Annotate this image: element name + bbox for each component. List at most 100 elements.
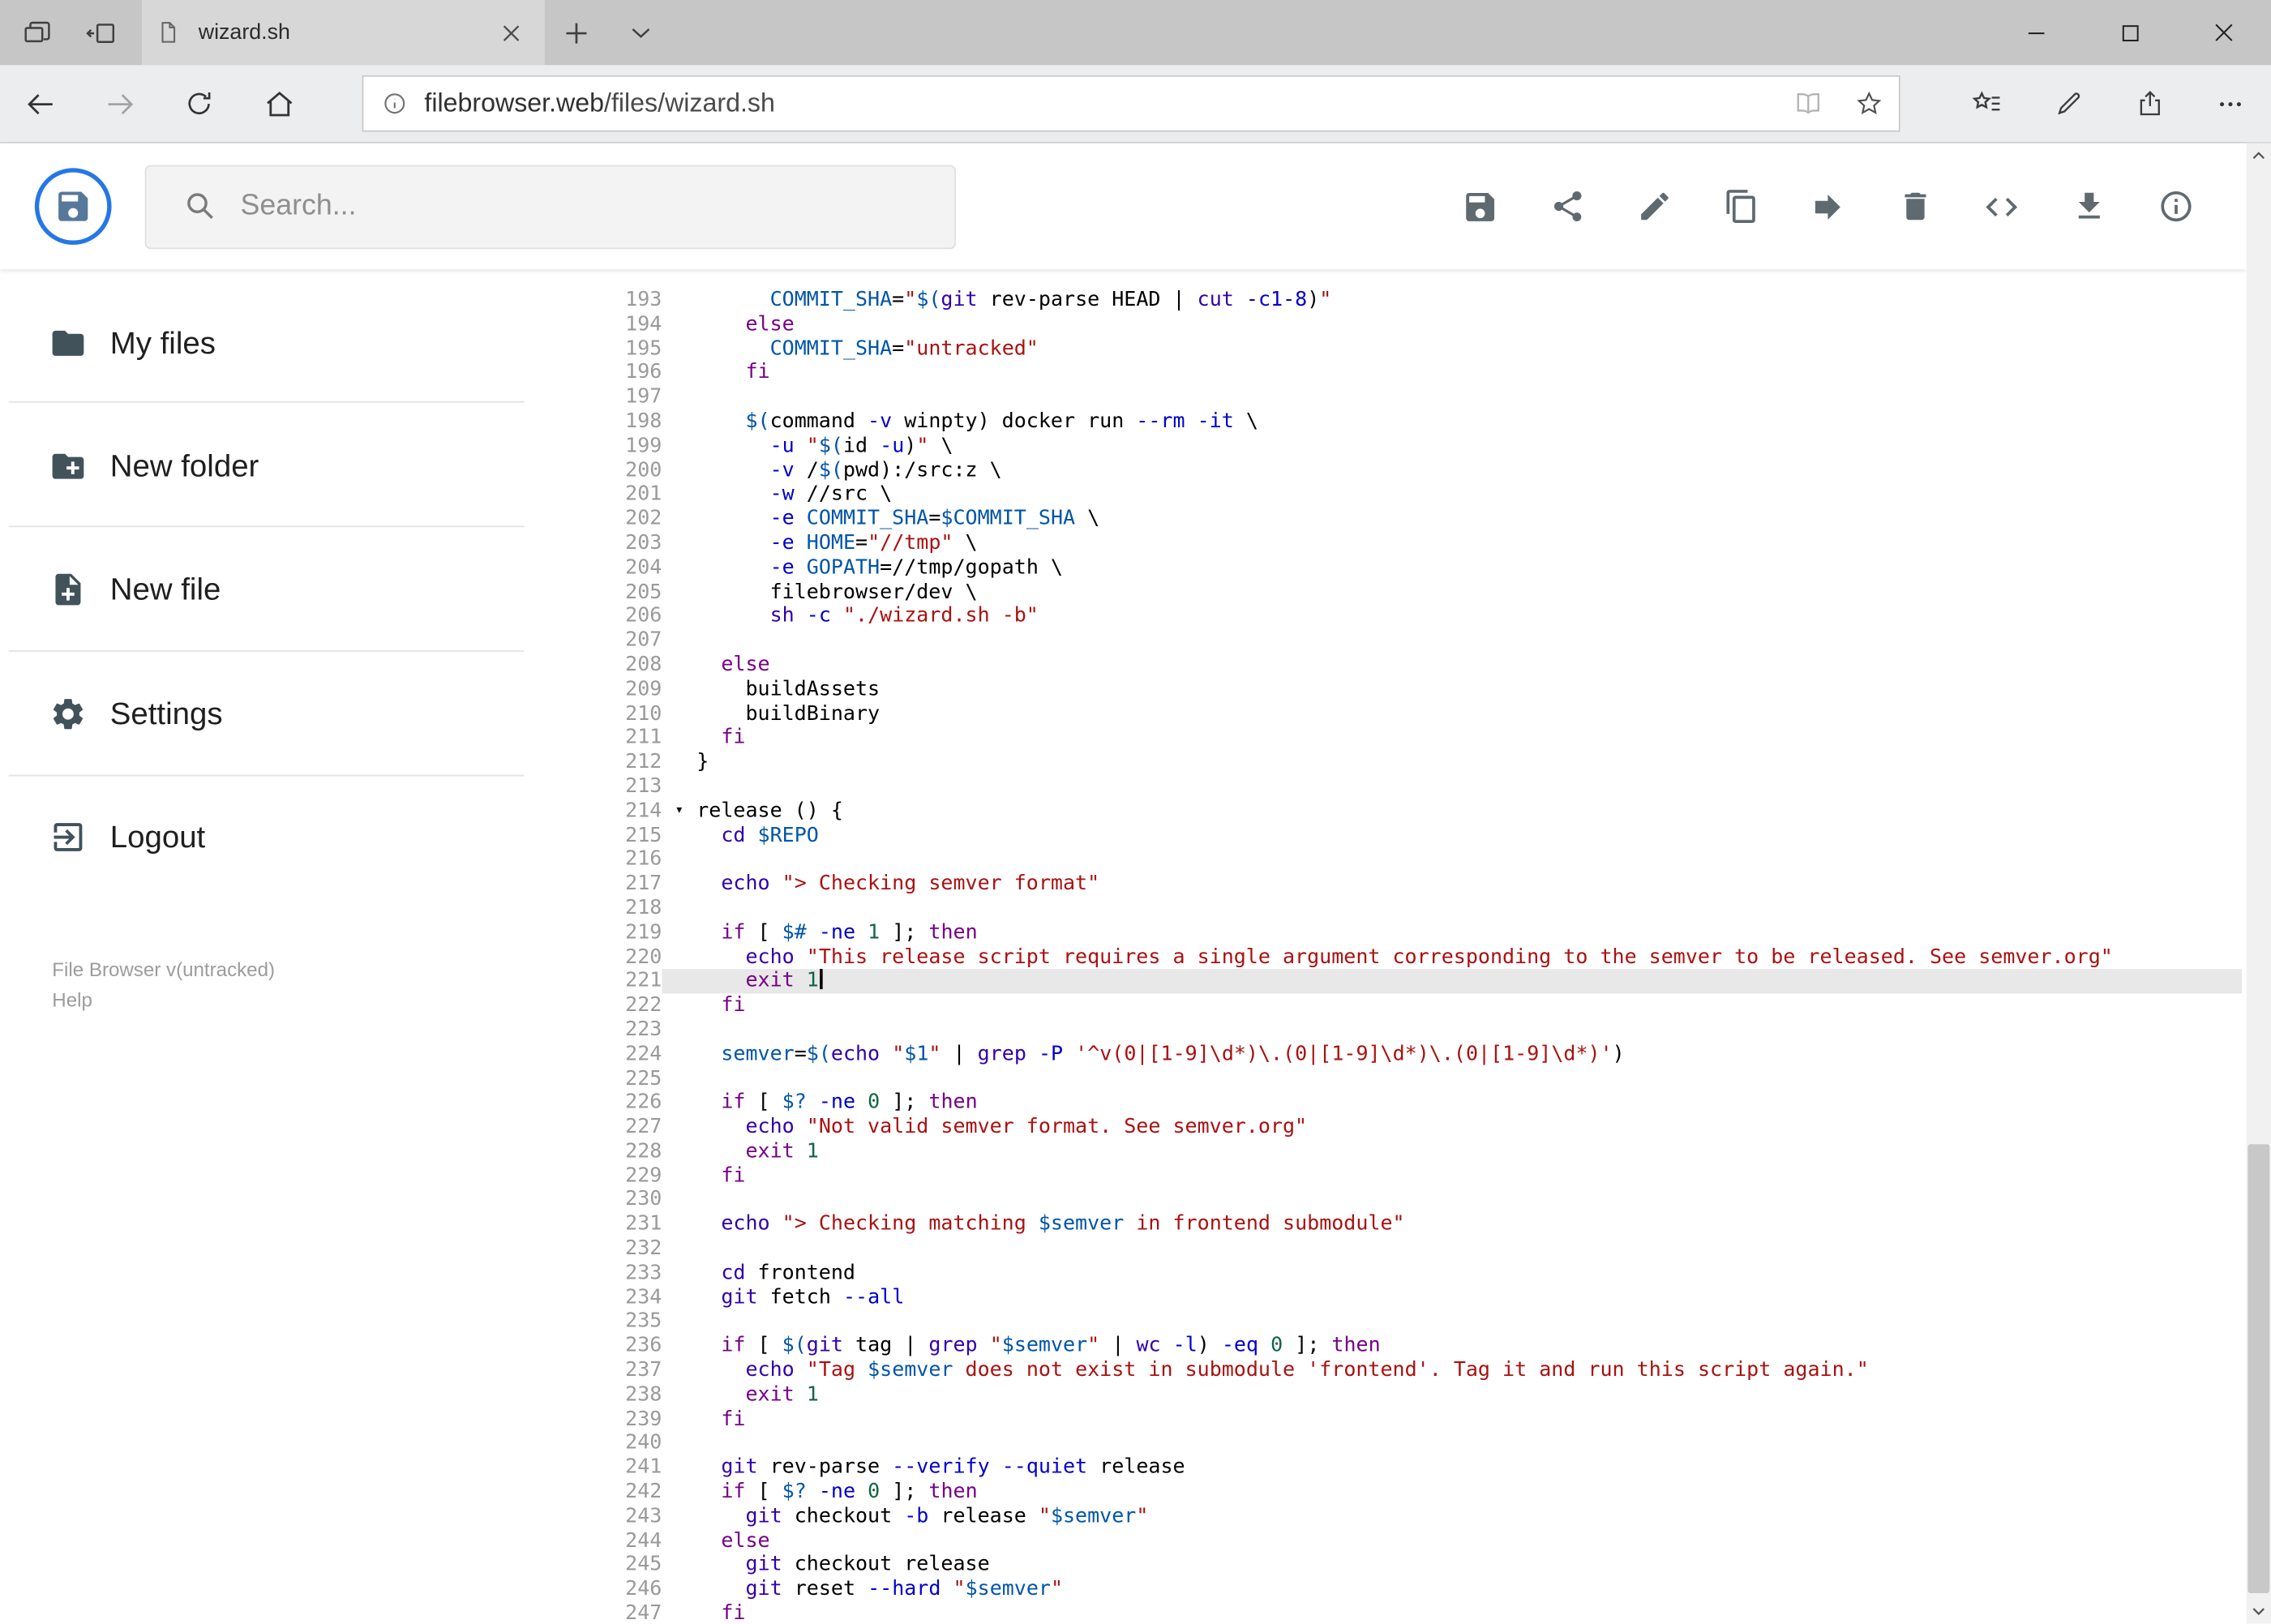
search-box[interactable] (144, 164, 956, 249)
code-line[interactable]: 204 -e GOPATH=//tmp/gopath \ (586, 556, 2242, 581)
code-text[interactable]: release () { (662, 799, 2242, 824)
line-number[interactable]: 202 (586, 508, 662, 532)
line-number[interactable]: 240 (586, 1432, 662, 1456)
line-number[interactable]: 193 (586, 288, 662, 312)
line-number[interactable]: 210 (586, 702, 662, 726)
scroll-down-icon[interactable] (2247, 1599, 2271, 1623)
code-line[interactable]: 212} (586, 751, 2242, 775)
code-line[interactable]: 242 if [ $? -ne 0 ]; then (586, 1480, 2242, 1505)
code-text[interactable]: fi (662, 1164, 2242, 1189)
code-text[interactable]: fi (662, 361, 2242, 385)
code-text[interactable] (662, 775, 2242, 799)
copy-button[interactable] (1722, 187, 1759, 225)
maximize-button[interactable] (2083, 0, 2177, 65)
browser-tab[interactable]: wizard.sh (142, 0, 545, 66)
sidebar-item-new-file[interactable]: New file (0, 552, 580, 628)
line-number[interactable]: 220 (586, 945, 662, 970)
line-number[interactable]: 242 (586, 1480, 662, 1505)
line-number[interactable]: 200 (586, 459, 662, 483)
download-button[interactable] (2070, 187, 2107, 225)
code-text[interactable]: fi (662, 994, 2242, 1018)
line-number[interactable]: 219 (586, 921, 662, 945)
code-line[interactable]: 199 -u "$(id -u)" \ (586, 435, 2242, 459)
annotate-pen-button[interactable] (2028, 65, 2109, 142)
code-text[interactable]: -w //src \ (662, 483, 2242, 508)
line-number[interactable]: 221 (586, 970, 662, 994)
code-line[interactable]: 207 (586, 629, 2242, 653)
code-line[interactable]: 240 (586, 1432, 2242, 1456)
back-button[interactable] (0, 65, 79, 142)
code-line[interactable]: 224 semver=$(echo "$1" | grep -P '^v(0|[… (586, 1043, 2242, 1067)
line-number[interactable]: 214 ▾ (586, 799, 683, 824)
code-line[interactable]: 236 if [ $(git tag | grep "$semver" | wc… (586, 1335, 2242, 1359)
code-line[interactable]: 244 else (586, 1529, 2242, 1553)
code-text[interactable]: echo "> Checking matching $semver in fro… (662, 1213, 2242, 1237)
code-text[interactable]: echo "Tag $semver does not exist in subm… (662, 1359, 2242, 1383)
code-line[interactable]: 233 cd frontend (586, 1262, 2242, 1286)
code-line[interactable]: 238 exit 1 (586, 1383, 2242, 1408)
rename-button[interactable] (1635, 187, 1673, 225)
code-text[interactable]: fi (662, 726, 2242, 751)
code-text[interactable]: else (662, 1529, 2242, 1553)
close-button[interactable] (2177, 0, 2271, 65)
code-line[interactable]: 206 sh -c "./wizard.sh -b" (586, 605, 2242, 629)
line-number[interactable]: 196 (586, 361, 662, 385)
code-text[interactable] (662, 629, 2242, 653)
code-line[interactable]: 214 ▾ release () { (586, 799, 2242, 824)
code-view-button[interactable] (1983, 187, 2020, 225)
search-input[interactable] (237, 188, 955, 225)
code-text[interactable]: else (662, 653, 2242, 678)
line-number[interactable]: 227 (586, 1116, 662, 1140)
line-number[interactable]: 194 (586, 312, 662, 336)
favorite-star-icon[interactable] (1838, 90, 1899, 118)
refresh-button[interactable] (159, 65, 238, 142)
code-text[interactable]: -e COMMIT_SHA=$COMMIT_SHA \ (662, 508, 2242, 532)
code-text[interactable]: git fetch --all (662, 1286, 2242, 1310)
line-number[interactable]: 239 (586, 1408, 662, 1432)
code-text[interactable] (662, 1067, 2242, 1091)
code-line[interactable]: 243 git checkout -b release "$semver" (586, 1505, 2242, 1529)
code-line[interactable]: 227 echo "Not valid semver format. See s… (586, 1116, 2242, 1140)
move-button[interactable] (1809, 187, 1846, 225)
line-number[interactable]: 236 (586, 1335, 662, 1359)
filebrowser-logo[interactable] (34, 168, 112, 245)
code-text[interactable] (662, 1189, 2242, 1213)
code-text[interactable] (662, 386, 2242, 410)
code-line[interactable]: 194 else (586, 312, 2242, 336)
minimize-button[interactable] (1989, 0, 2083, 65)
code-text[interactable]: semver=$(echo "$1" | grep -P '^v(0|[1-9]… (662, 1043, 2242, 1067)
line-number[interactable]: 199 (586, 435, 662, 459)
code-text[interactable]: filebrowser/dev \ (662, 581, 2242, 605)
line-number[interactable]: 237 (586, 1359, 662, 1383)
line-number[interactable]: 224 (586, 1043, 662, 1067)
sidebar-item-my-files[interactable]: My files (0, 306, 580, 381)
code-line[interactable]: 202 -e COMMIT_SHA=$COMMIT_SHA \ (586, 508, 2242, 532)
line-number[interactable]: 231 (586, 1213, 662, 1237)
code-line[interactable]: 197 (586, 386, 2242, 410)
code-line[interactable]: 195 COMMIT_SHA="untracked" (586, 336, 2242, 361)
code-text[interactable] (662, 1237, 2242, 1262)
line-number[interactable]: 217 (586, 872, 662, 897)
code-text[interactable]: -e GOPATH=//tmp/gopath \ (662, 556, 2242, 581)
line-number[interactable]: 228 (586, 1140, 662, 1164)
code-text[interactable]: $(command -v winpty) docker run --rm -it… (662, 410, 2242, 435)
code-text[interactable]: echo "This release script requires a sin… (662, 945, 2242, 970)
code-line[interactable]: 230 (586, 1189, 2242, 1213)
code-line[interactable]: 247 fi (586, 1602, 2242, 1624)
code-line[interactable]: 231 echo "> Checking matching $semver in… (586, 1213, 2242, 1237)
help-link[interactable]: Help (52, 986, 275, 1016)
line-number[interactable]: 235 (586, 1310, 662, 1335)
address-bar[interactable]: filebrowser.web/files/wizard.sh (362, 75, 1900, 132)
code-text[interactable]: echo "> Checking semver format" (662, 872, 2242, 897)
code-line[interactable]: 217 echo "> Checking semver format" (586, 872, 2242, 897)
hub-favorites-button[interactable] (1947, 65, 2028, 142)
site-info-icon[interactable] (363, 92, 424, 116)
code-text[interactable]: git checkout release (662, 1553, 2242, 1578)
code-line[interactable]: 232 (586, 1237, 2242, 1262)
fold-marker-icon[interactable]: ▾ (675, 799, 683, 824)
line-number[interactable]: 233 (586, 1262, 662, 1286)
line-number[interactable]: 211 (586, 726, 662, 751)
code-text[interactable]: COMMIT_SHA="untracked" (662, 336, 2242, 361)
code-text[interactable]: -u "$(id -u)" \ (662, 435, 2242, 459)
line-number[interactable]: 205 (586, 581, 662, 605)
